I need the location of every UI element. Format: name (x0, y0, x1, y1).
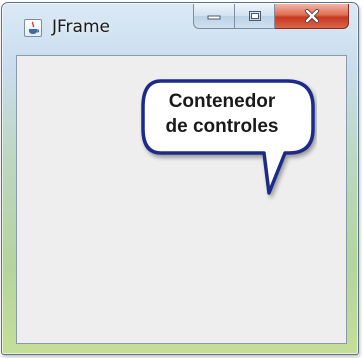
minimize-button[interactable] (193, 4, 235, 29)
window-title: JFrame (52, 17, 110, 37)
close-button[interactable] (275, 4, 349, 29)
callout-text: Contenedor de controles (147, 89, 297, 139)
callout-line-2: de controles (165, 116, 279, 137)
close-icon (304, 9, 319, 23)
java-cup-icon[interactable] (24, 19, 42, 37)
callout-line-1: Contenedor (168, 91, 276, 112)
window-controls (193, 4, 353, 30)
maximize-icon (248, 11, 261, 21)
minimize-icon (207, 15, 221, 20)
title-bar[interactable]: JFrame (2, 3, 358, 47)
maximize-button[interactable] (235, 4, 275, 29)
